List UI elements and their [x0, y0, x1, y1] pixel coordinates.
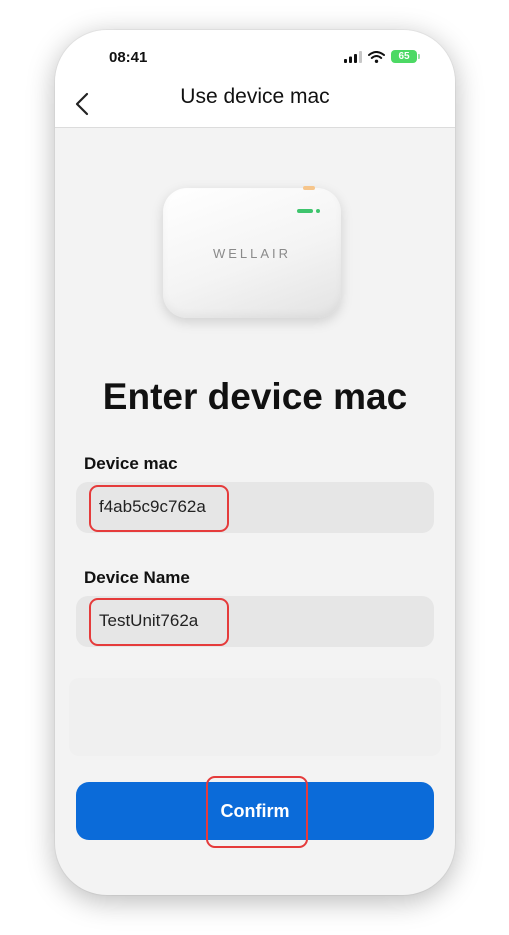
device-brand-logo: WELLAIR [212, 246, 292, 261]
device-led-dot [316, 209, 320, 213]
page-title: Use device mac [180, 85, 330, 108]
device-port [303, 186, 315, 190]
device-name-label: Device Name [84, 568, 190, 587]
device-led [297, 209, 313, 213]
device-mac-field-container [76, 482, 434, 533]
wifi-icon [368, 50, 385, 63]
device-mac-label: Device mac [84, 454, 178, 473]
main-heading: Enter device mac [102, 376, 408, 417]
signal-icon [344, 50, 362, 63]
battery-icon: 65 [391, 50, 420, 63]
status-time: 08:41 [109, 49, 148, 66]
device-name-field-container [76, 596, 434, 647]
device-name-input[interactable] [99, 610, 419, 632]
device-mac-input[interactable] [99, 496, 419, 518]
confirm-button[interactable]: Confirm [76, 782, 434, 840]
phone-frame: 08:41 65 Use device mac WELLAIR Enter de… [55, 30, 455, 895]
app-header: 08:41 65 Use device mac [55, 30, 455, 128]
battery-level: 65 [398, 51, 410, 62]
status-icons: 65 [344, 50, 420, 63]
empty-panel [69, 678, 441, 756]
device-image: WELLAIR [163, 186, 341, 318]
